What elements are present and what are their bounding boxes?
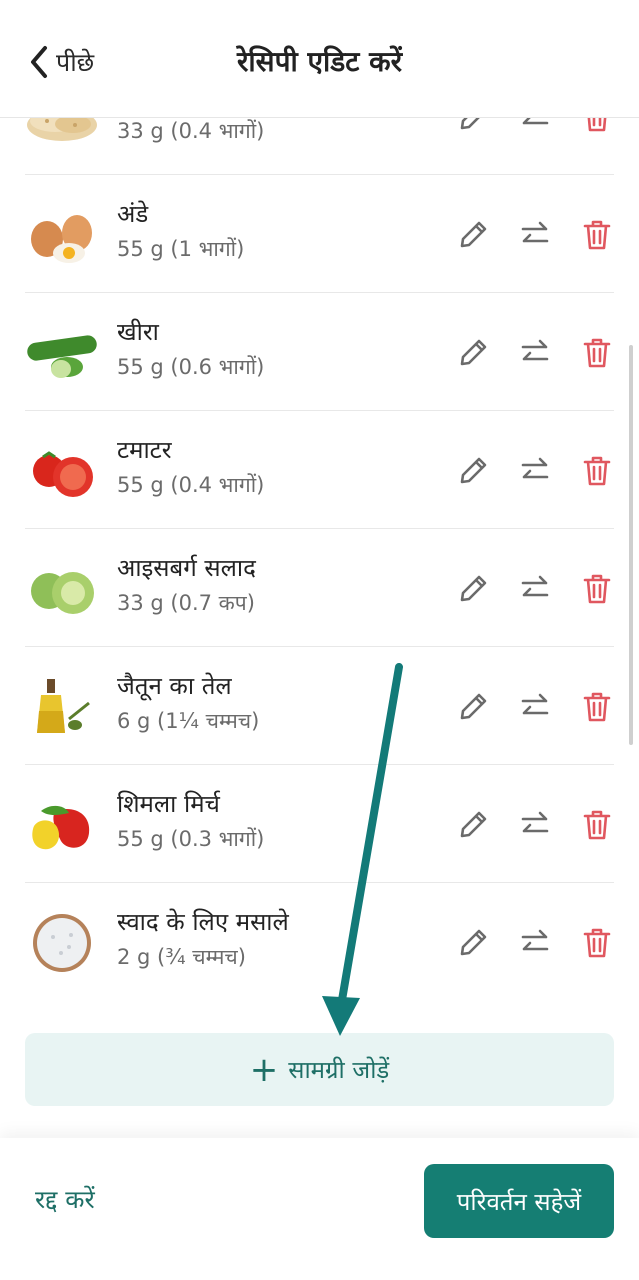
ingredient-amount: 33 g (0.4 भागों) bbox=[117, 119, 265, 143]
footer-bar: रद्द करें परिवर्तन सहेजें bbox=[0, 1138, 639, 1280]
edit-pencil-icon[interactable] bbox=[453, 333, 493, 373]
trash-icon[interactable] bbox=[577, 687, 617, 727]
edit-pencil-icon[interactable] bbox=[453, 215, 493, 255]
swap-arrows-icon[interactable] bbox=[515, 215, 555, 255]
cancel-button[interactable]: रद्द करें bbox=[35, 1182, 95, 1216]
tortilla-image bbox=[27, 117, 97, 141]
swap-arrows-icon[interactable] bbox=[515, 451, 555, 491]
lettuce-image bbox=[31, 572, 94, 614]
app-header: पीछे रेसिपी एडिट करें bbox=[0, 0, 639, 118]
edit-pencil-icon[interactable] bbox=[453, 923, 493, 963]
ingredient-name: स्वाद के लिए मसाले bbox=[117, 908, 289, 936]
edit-pencil-icon[interactable] bbox=[453, 451, 493, 491]
trash-icon[interactable] bbox=[577, 117, 617, 137]
trash-icon[interactable] bbox=[577, 569, 617, 609]
swap-arrows-icon[interactable] bbox=[515, 333, 555, 373]
trash-icon[interactable] bbox=[577, 333, 617, 373]
add-ingredient-label: सामग्री जोड़ें bbox=[288, 1056, 390, 1084]
edit-pencil-icon[interactable] bbox=[453, 687, 493, 727]
cucumber-image bbox=[27, 335, 97, 378]
ingredient-name: टमाटर bbox=[117, 436, 172, 464]
ingredient-row[interactable]: खीरा 55 g (0.6 भागों) bbox=[25, 293, 614, 411]
ingredient-amount: 6 g (1¼ चम्मच) bbox=[117, 709, 260, 733]
ingredient-row[interactable]: जैतून का तेल 6 g (1¼ चम्मच) bbox=[25, 647, 614, 765]
plus-icon: + bbox=[249, 1049, 279, 1090]
swap-arrows-icon[interactable] bbox=[515, 923, 555, 963]
edit-pencil-icon[interactable] bbox=[453, 569, 493, 609]
trash-icon[interactable] bbox=[577, 805, 617, 845]
tomato-image bbox=[33, 451, 93, 497]
swap-arrows-icon[interactable] bbox=[515, 569, 555, 609]
ingredient-amount: 55 g (1 भागों) bbox=[117, 237, 245, 261]
page-title: रेसिपी एडिट करें bbox=[236, 45, 403, 78]
edit-pencil-icon[interactable] bbox=[453, 117, 493, 137]
ingredient-amount: 2 g (¾ चम्मच) bbox=[117, 945, 246, 969]
ingredient-row[interactable]: अंडे 55 g (1 भागों) bbox=[25, 175, 614, 293]
swap-arrows-icon[interactable] bbox=[515, 117, 555, 137]
trash-icon[interactable] bbox=[577, 215, 617, 255]
trash-icon[interactable] bbox=[577, 923, 617, 963]
ingredient-row[interactable]: टमाटर 55 g (0.4 भागों) bbox=[25, 411, 614, 529]
ingredient-amount: 55 g (0.6 भागों) bbox=[117, 355, 265, 379]
ingredient-name: आइसबर्ग सलाद bbox=[117, 554, 256, 582]
edit-pencil-icon[interactable] bbox=[453, 805, 493, 845]
spices-image bbox=[33, 914, 91, 972]
ingredient-row[interactable]: शिमला मिर्च 55 g (0.3 भागों) bbox=[25, 765, 614, 883]
olive-oil-image bbox=[37, 679, 90, 733]
add-ingredient-button[interactable]: + सामग्री जोड़ें bbox=[25, 1033, 614, 1106]
ingredient-amount: 33 g (0.7 कप) bbox=[117, 591, 255, 615]
ingredient-row[interactable]: स्वाद के लिए मसाले 2 g (¾ चम्मच) bbox=[25, 883, 614, 1001]
ingredient-list[interactable]: 33 g (0.4 भागों) अंडे 55 g (1 भागों) खीर… bbox=[0, 117, 639, 1017]
ingredient-name: अंडे bbox=[117, 200, 149, 228]
scrollbar[interactable] bbox=[629, 345, 633, 745]
swap-arrows-icon[interactable] bbox=[515, 805, 555, 845]
ingredient-amount: 55 g (0.3 भागों) bbox=[117, 827, 265, 851]
save-changes-button[interactable]: परिवर्तन सहेजें bbox=[424, 1164, 614, 1238]
ingredient-row[interactable]: 33 g (0.4 भागों) bbox=[25, 117, 614, 175]
ingredient-amount: 55 g (0.4 भागों) bbox=[117, 473, 265, 497]
bell-pepper-image bbox=[32, 805, 90, 850]
eggs-image bbox=[31, 215, 92, 263]
trash-icon[interactable] bbox=[577, 451, 617, 491]
ingredient-name: जैतून का तेल bbox=[117, 672, 232, 700]
swap-arrows-icon[interactable] bbox=[515, 687, 555, 727]
ingredient-name: खीरा bbox=[117, 318, 159, 346]
ingredient-name: शिमला मिर्च bbox=[117, 790, 220, 818]
ingredient-row[interactable]: आइसबर्ग सलाद 33 g (0.7 कप) bbox=[25, 529, 614, 647]
